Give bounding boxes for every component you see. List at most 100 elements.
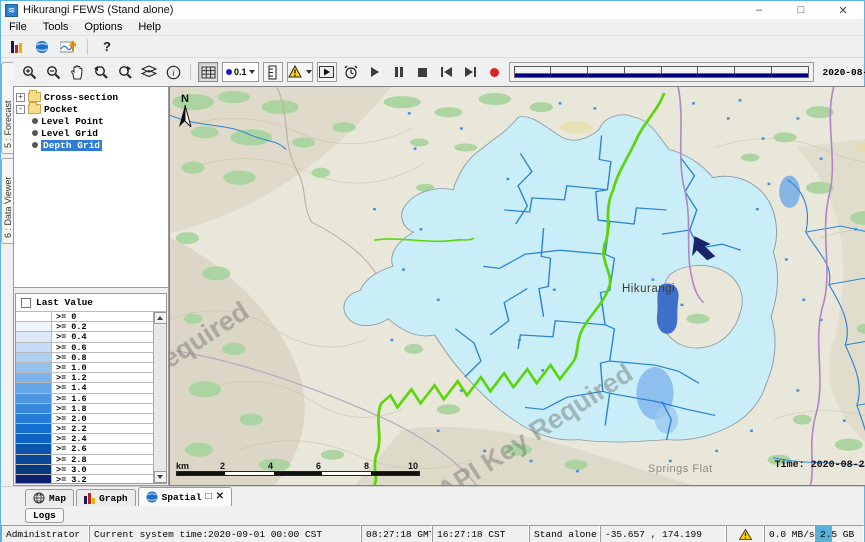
- contour-value-dropdown[interactable]: 0.1: [222, 62, 259, 82]
- chevron-down-icon: [306, 70, 312, 74]
- legend-swatch: [16, 455, 52, 464]
- legend-label: >= 1.0: [52, 363, 87, 372]
- legend-row: >= 0.6: [16, 343, 153, 353]
- bottom-tab-bar: Map Graph Spatial □ ✕: [1, 486, 864, 506]
- legend-swatch: [16, 475, 52, 483]
- tab-forecast[interactable]: 5 : Forecast: [1, 62, 13, 154]
- animation-movie-icon[interactable]: [317, 62, 337, 82]
- legend-row: >= 3.0: [16, 465, 153, 475]
- pan-hand-icon[interactable]: [67, 62, 87, 82]
- status-gmt-time: 08:27:18 GMT: [361, 525, 432, 542]
- status-network-speed: 0.0 MB/s: [764, 525, 815, 542]
- tab-graph[interactable]: Graph: [76, 489, 136, 506]
- checkbox-icon[interactable]: [21, 298, 31, 308]
- info-icon[interactable]: i: [163, 62, 183, 82]
- tree-item-pocket[interactable]: - Pocket: [16, 103, 166, 115]
- legend-swatch: [16, 394, 52, 403]
- legend-label: >= 3.0: [52, 465, 87, 474]
- tree-item-label-selected: Depth Grid: [41, 140, 102, 151]
- skip-to-end-button[interactable]: [461, 62, 481, 82]
- folder-icon: [28, 104, 41, 114]
- legend-row: >= 0.8: [16, 353, 153, 363]
- timeline-slider[interactable]: [509, 62, 814, 82]
- legend-label: >= 3.2: [52, 475, 87, 483]
- tab-data-viewer[interactable]: 6 : Data Viewer: [1, 158, 13, 244]
- legend-row: >= 2.2: [16, 424, 153, 434]
- data-explorer-icon[interactable]: [6, 38, 26, 56]
- tab-spatial[interactable]: Spatial □ ✕: [138, 487, 232, 506]
- legend-swatch: [16, 363, 52, 372]
- status-bar: Administrator Current system time:2020-0…: [1, 525, 864, 542]
- status-coordinates: -35.657 , 174.199: [600, 525, 726, 542]
- legend-scrollbar[interactable]: [153, 312, 166, 483]
- globe-icon: [146, 491, 158, 503]
- collapse-icon[interactable]: -: [16, 105, 25, 114]
- scroll-down-icon[interactable]: [154, 471, 167, 483]
- logs-button[interactable]: Logs: [25, 508, 64, 523]
- legend-rows: >= 0 >= 0.2 >= 0.4 >= 0.6 >= 0.8 >= 1.0 …: [16, 312, 153, 483]
- menu-help[interactable]: Help: [130, 21, 169, 33]
- legend-row: >= 1.4: [16, 383, 153, 393]
- left-tab-strip: 5 : Forecast 6 : Data Viewer: [1, 58, 13, 486]
- legend-label: >= 0.8: [52, 353, 87, 362]
- last-value-option[interactable]: Last Value: [16, 294, 166, 312]
- timeseries-display-icon[interactable]: [58, 38, 78, 56]
- grid-display-icon[interactable]: [198, 62, 218, 82]
- stop-button[interactable]: [413, 62, 433, 82]
- basemap-svg: [170, 87, 865, 485]
- app-icon: ≋: [5, 4, 18, 17]
- legend-swatch: [16, 312, 52, 321]
- zoom-in-icon[interactable]: [19, 62, 39, 82]
- legend-swatch: [16, 383, 52, 392]
- zoom-out-icon[interactable]: [43, 62, 63, 82]
- layers-icon[interactable]: [139, 62, 159, 82]
- zoom-next-icon[interactable]: [115, 62, 135, 82]
- toolbar-separator: [190, 64, 191, 80]
- map-canvas[interactable]: N API Key Required API Key Required Hiku…: [169, 86, 865, 486]
- dot-icon: [226, 69, 232, 75]
- spatial-display-icon[interactable]: [32, 38, 52, 56]
- menu-tools[interactable]: Tools: [35, 21, 77, 33]
- legend-row: >= 2.8: [16, 455, 153, 465]
- expand-icon[interactable]: +: [16, 93, 25, 102]
- tab-maximize-icon[interactable]: □: [206, 492, 212, 503]
- legend-panel: Last Value >= 0 >= 0.2 >= 0.4 >= 0.6 >= …: [15, 293, 167, 484]
- pause-button[interactable]: [389, 62, 409, 82]
- menu-options[interactable]: Options: [76, 21, 130, 33]
- map-toolbar: i 0.1: [13, 58, 865, 86]
- warning-icon: [739, 529, 752, 540]
- lake: [657, 283, 679, 333]
- status-warning[interactable]: [726, 525, 764, 542]
- close-button[interactable]: ✕: [822, 4, 864, 17]
- scale-ruler-icon[interactable]: [263, 62, 283, 82]
- svg-text:i: i: [172, 68, 175, 78]
- legend-row: >= 1.8: [16, 404, 153, 414]
- legend-swatch: [16, 414, 52, 423]
- legend-swatch: [16, 332, 52, 341]
- legend-row: >= 0.4: [16, 332, 153, 342]
- timer-settings-icon[interactable]: [341, 62, 361, 82]
- legend-label: >= 0.4: [52, 332, 87, 341]
- help-icon[interactable]: ?: [97, 38, 117, 56]
- tree-item-level-grid[interactable]: Level Grid: [16, 127, 166, 139]
- record-button[interactable]: [485, 62, 505, 82]
- zoom-previous-icon[interactable]: [91, 62, 111, 82]
- play-button[interactable]: [365, 62, 385, 82]
- skip-to-start-button[interactable]: [437, 62, 457, 82]
- scroll-up-icon[interactable]: [154, 312, 167, 324]
- minimize-button[interactable]: –: [738, 4, 780, 17]
- tab-map[interactable]: Map: [25, 489, 74, 506]
- tree-item-level-point[interactable]: Level Point: [16, 115, 166, 127]
- legend-swatch: [16, 434, 52, 443]
- tree-item-depth-grid[interactable]: Depth Grid: [16, 139, 166, 151]
- tree-item-cross-section[interactable]: + Cross-section: [16, 91, 166, 103]
- maximize-button[interactable]: □: [780, 4, 822, 17]
- legend-label: >= 1.4: [52, 383, 87, 392]
- menu-file[interactable]: File: [1, 21, 35, 33]
- timeline-range-bar[interactable]: [514, 73, 809, 78]
- legend-label: >= 0: [52, 312, 76, 321]
- tab-close-icon[interactable]: ✕: [216, 491, 224, 503]
- layers-tree: + Cross-section - Pocket Level Point: [14, 87, 168, 288]
- menu-bar: File Tools Options Help: [1, 19, 864, 36]
- thresholds-warning-icon[interactable]: [287, 62, 313, 82]
